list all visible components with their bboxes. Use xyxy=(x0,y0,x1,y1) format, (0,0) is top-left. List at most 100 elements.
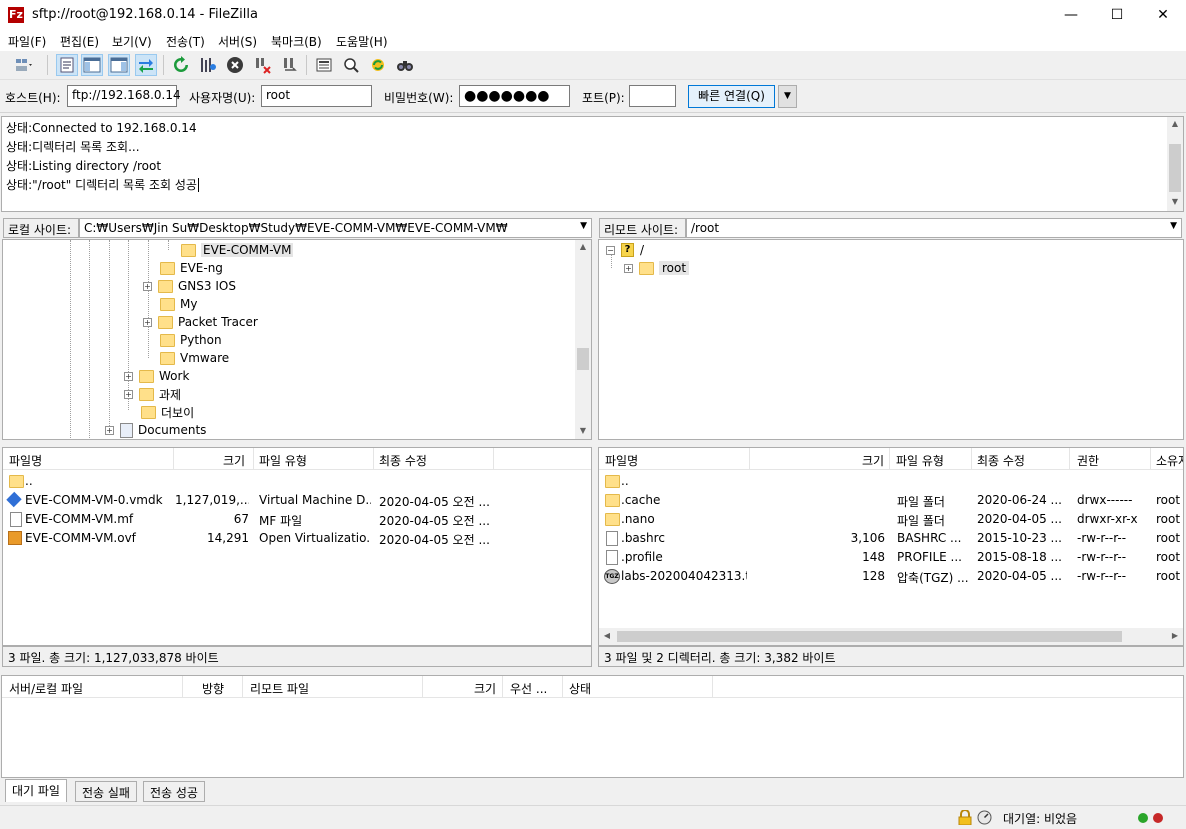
column-divider[interactable] xyxy=(749,448,750,470)
column-divider[interactable] xyxy=(502,676,503,698)
tree-item-root[interactable]: + root xyxy=(624,259,690,277)
column-divider[interactable] xyxy=(253,448,254,470)
menu-help[interactable]: 도움말(H) xyxy=(336,33,388,50)
speed-limit-icon[interactable] xyxy=(977,810,992,828)
file-row[interactable]: EVE-COMM-VM.mf 67 MF 파일 2020-04-05 오전 ..… xyxy=(3,510,591,529)
column-divider[interactable] xyxy=(1069,448,1070,470)
maximize-button[interactable]: ☐ xyxy=(1094,0,1140,31)
scroll-up-icon[interactable]: ▲ xyxy=(1167,119,1183,128)
tree-item-work[interactable]: + Work xyxy=(124,367,189,385)
transfer-queue[interactable]: 서버/로컬 파일 방향 리모트 파일 크기 우선 ... 상태 xyxy=(1,675,1184,778)
file-row[interactable]: TGZ labs-202004042313.t... 128 압축(TGZ) .… xyxy=(599,567,1183,586)
tree-item-documents[interactable]: + Documents xyxy=(105,421,206,439)
remote-file-list[interactable]: 파일명 ⌃ 크기 파일 유형 최종 수정 권한 소유자 .. .cache 파일… xyxy=(598,447,1184,646)
tree-item-root-slash[interactable]: −? / xyxy=(606,241,644,259)
scroll-right-icon[interactable]: ▶ xyxy=(1169,631,1181,640)
process-queue-button[interactable] xyxy=(197,54,219,76)
scrollbar-thumb[interactable] xyxy=(1169,144,1181,192)
column-divider[interactable] xyxy=(373,448,374,470)
column-owner[interactable]: 소유자 xyxy=(1156,452,1183,469)
sync-browse-button[interactable] xyxy=(340,54,362,76)
expand-icon[interactable]: + xyxy=(105,425,114,435)
tree-item-python[interactable]: Python xyxy=(160,331,222,349)
host-input[interactable]: ftp://192.168.0.14 xyxy=(67,85,181,107)
tree-item-assignments[interactable]: + 과제 xyxy=(124,385,181,403)
file-row[interactable]: .nano 파일 폴더 2020-04-05 ... drwxr-xr-x ro… xyxy=(599,510,1183,529)
tree-item-gns3-ios[interactable]: + GNS3 IOS xyxy=(143,277,236,295)
column-divider[interactable] xyxy=(562,676,563,698)
column-server-local-file[interactable]: 서버/로컬 파일 xyxy=(9,680,83,697)
menu-file[interactable]: 파일(F) xyxy=(8,33,46,50)
message-log[interactable]: 상태:Connected to 192.168.0.14 상태:디렉터리 목록 … xyxy=(1,116,1184,212)
quickconnect-button[interactable]: 빠른 연결(Q) xyxy=(688,85,775,108)
expand-icon[interactable]: + xyxy=(143,317,152,327)
remote-directory-tree[interactable]: −? / + root xyxy=(598,239,1184,440)
directory-listing-filters-button[interactable] xyxy=(313,54,335,76)
minimize-button[interactable]: — xyxy=(1048,0,1094,31)
tree-item-vmware[interactable]: Vmware xyxy=(160,349,229,367)
tree-item-eve-ng[interactable]: EVE-ng xyxy=(160,259,223,277)
column-size[interactable]: 크기 xyxy=(474,680,496,697)
local-path-input[interactable]: C:₩Users₩Jin Su₩Desktop₩Study₩EVE-COMM-V… xyxy=(79,218,592,238)
expand-icon[interactable]: + xyxy=(624,263,633,273)
tree-item-my[interactable]: My xyxy=(160,295,197,313)
file-row[interactable]: EVE-COMM-VM-0.vmdk 1,127,019,... Virtual… xyxy=(3,491,591,510)
toggle-queue-button[interactable] xyxy=(135,54,157,76)
column-divider[interactable] xyxy=(422,676,423,698)
menu-view[interactable]: 보기(V) xyxy=(112,33,152,50)
column-divider[interactable] xyxy=(889,448,890,470)
expand-icon[interactable]: + xyxy=(124,371,133,381)
column-filetype[interactable]: 파일 유형 xyxy=(259,452,307,469)
local-file-list[interactable]: 파일명 ⌃ 크기 파일 유형 최종 수정 .. EVE-COMM-VM-0.vm… xyxy=(2,447,592,646)
username-input[interactable]: root xyxy=(261,85,372,107)
local-directory-tree[interactable]: EVE-COMM-VM EVE-ng + GNS3 IOS My + Packet … xyxy=(2,239,592,440)
compare-directories-button[interactable] xyxy=(367,54,389,76)
tab-failed-transfers[interactable]: 전송 실패 xyxy=(75,781,137,802)
menu-edit[interactable]: 편집(E) xyxy=(60,33,99,50)
column-filename[interactable]: 파일명 xyxy=(9,452,42,469)
toggle-log-button[interactable] xyxy=(56,54,78,76)
column-filename[interactable]: 파일명 xyxy=(605,452,638,469)
column-modified[interactable]: 최종 수정 xyxy=(977,452,1025,469)
expand-icon[interactable]: + xyxy=(124,389,133,399)
column-status[interactable]: 상태 xyxy=(569,680,591,697)
column-permissions[interactable]: 권한 xyxy=(1077,452,1099,469)
scroll-down-icon[interactable]: ▼ xyxy=(575,426,591,435)
tree-item-deoboi[interactable]: 더보이 xyxy=(141,403,194,421)
expand-icon[interactable]: + xyxy=(143,281,152,291)
scroll-left-icon[interactable]: ◀ xyxy=(601,631,613,640)
column-divider[interactable] xyxy=(712,676,713,698)
scroll-down-icon[interactable]: ▼ xyxy=(1167,197,1183,206)
column-direction[interactable]: 방향 xyxy=(202,680,224,697)
quickconnect-dropdown-button[interactable]: ▼ xyxy=(778,85,797,108)
collapse-icon[interactable]: − xyxy=(606,245,615,255)
file-row-parent[interactable]: .. xyxy=(599,472,1183,491)
file-row[interactable]: EVE-COMM-VM.ovf 14,291 Open Virtualizati… xyxy=(3,529,591,548)
disconnect-button[interactable] xyxy=(252,54,274,76)
column-divider[interactable] xyxy=(493,448,494,470)
column-size[interactable]: 크기 xyxy=(223,452,245,469)
toggle-remote-tree-button[interactable] xyxy=(108,54,130,76)
log-scrollbar[interactable]: ▲ ▼ xyxy=(1167,117,1183,211)
column-filetype[interactable]: 파일 유형 xyxy=(896,452,944,469)
refresh-button[interactable] xyxy=(170,54,192,76)
tree-item-packet-tracer[interactable]: + Packet Tracer xyxy=(143,313,258,331)
column-divider[interactable] xyxy=(971,448,972,470)
file-row[interactable]: .profile 148 PROFILE ... 2015-08-18 ... … xyxy=(599,548,1183,567)
port-input[interactable] xyxy=(629,85,676,107)
column-remote-file[interactable]: 리모트 파일 xyxy=(250,680,309,697)
chevron-down-icon[interactable]: ▼ xyxy=(1170,221,1177,231)
tree-item-eve-comm-vm[interactable]: EVE-COMM-VM xyxy=(181,241,294,259)
column-priority[interactable]: 우선 ... xyxy=(510,680,547,697)
chevron-down-icon[interactable]: ▼ xyxy=(580,221,587,231)
menu-bookmarks[interactable]: 북마크(B) xyxy=(271,33,322,50)
scroll-up-icon[interactable]: ▲ xyxy=(575,242,591,251)
column-size[interactable]: 크기 xyxy=(862,452,884,469)
scrollbar-thumb[interactable] xyxy=(577,348,589,370)
tab-successful-transfers[interactable]: 전송 성공 xyxy=(143,781,205,802)
column-modified[interactable]: 최종 수정 xyxy=(379,452,427,469)
password-input[interactable]: ●●●●●●● xyxy=(459,85,570,107)
remote-path-input[interactable]: /root ▼ xyxy=(686,218,1182,238)
search-remote-files-button[interactable] xyxy=(394,54,416,76)
local-tree-scrollbar[interactable]: ▲ ▼ xyxy=(575,240,591,439)
